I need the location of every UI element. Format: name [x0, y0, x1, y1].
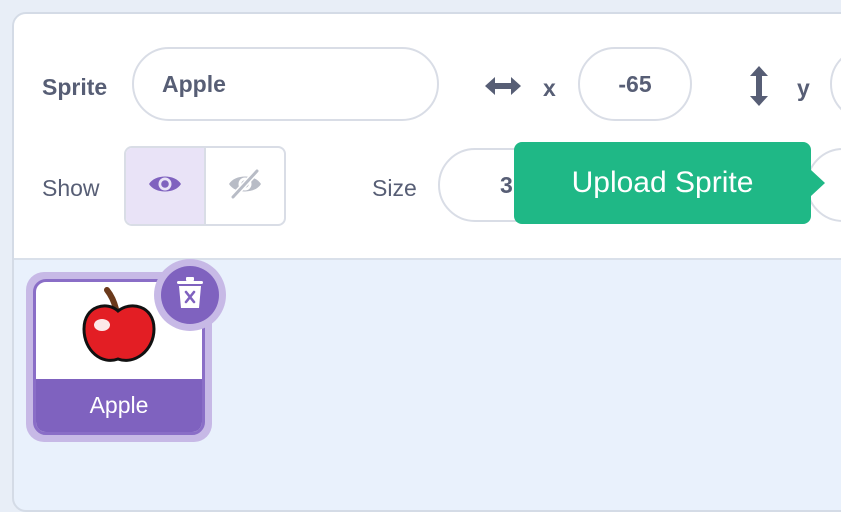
eye-slash-icon [226, 167, 264, 205]
eye-icon [147, 171, 183, 202]
trash-icon [175, 276, 205, 315]
show-label: Show [42, 175, 100, 201]
upload-sprite-tooltip: Upload Sprite [514, 142, 825, 224]
x-position-input[interactable]: -65 [578, 47, 692, 121]
x-value: -65 [618, 70, 652, 97]
apple-icon [78, 287, 160, 374]
size-label: Size [372, 175, 417, 201]
hide-button[interactable] [206, 148, 284, 224]
y-position-input[interactable] [830, 47, 841, 121]
x-label: x [543, 75, 556, 101]
sprite-name-value: Apple [162, 70, 226, 97]
y-label: y [797, 75, 810, 101]
vertical-arrows-icon [747, 64, 771, 108]
sprite-tile-label: Apple [36, 379, 202, 432]
horizontal-arrows-icon [482, 69, 524, 103]
visibility-toggle [124, 146, 286, 226]
sprite-name-input[interactable]: Apple [132, 47, 439, 121]
sprite-label: Sprite [42, 74, 108, 100]
delete-sprite-button[interactable] [154, 259, 226, 331]
size-value: 3 [500, 171, 513, 198]
sprite-panel: Sprite Apple x -65 y Show Size 3 Upload … [12, 12, 841, 512]
delete-button-inner [161, 266, 219, 324]
tooltip-arrow [811, 170, 825, 196]
tooltip-text: Upload Sprite [571, 166, 754, 199]
show-button[interactable] [126, 148, 206, 224]
